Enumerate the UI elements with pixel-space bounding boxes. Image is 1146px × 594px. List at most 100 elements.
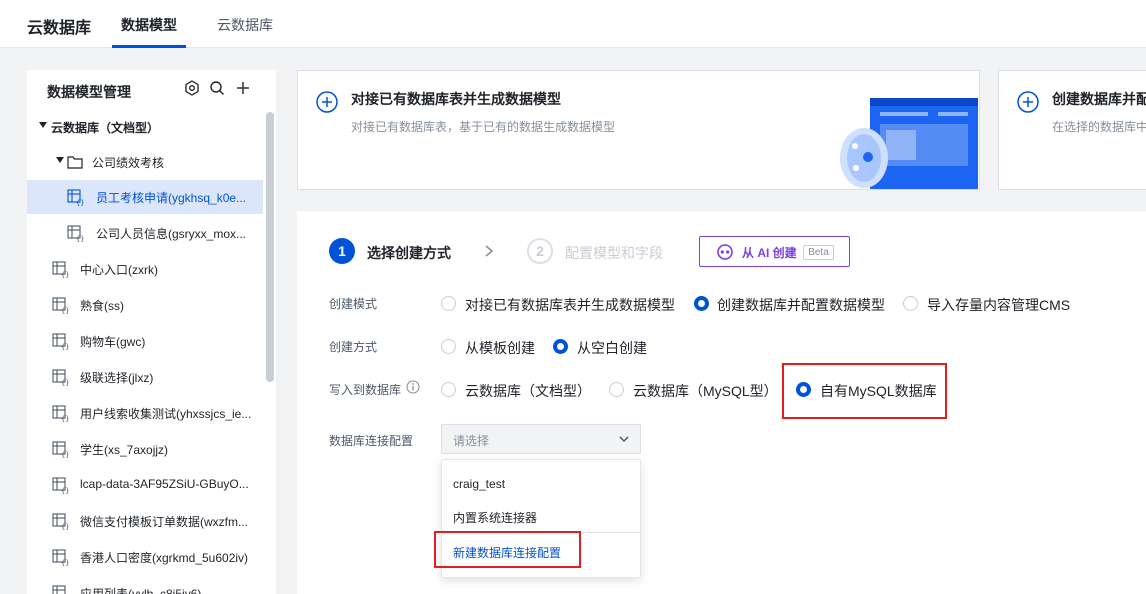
tree-item-label: 中心入口(zxrk) <box>80 263 158 277</box>
svg-text:{}: {} <box>61 487 69 494</box>
tab-data-model[interactable]: 数据模型 <box>112 15 186 48</box>
tree-item-model[interactable]: {} 应用列表(yylb_c8i5iy6) <box>27 576 263 594</box>
svg-text:{}: {} <box>61 271 69 278</box>
folder-icon <box>67 156 83 169</box>
radio-label: 从模板创建 <box>465 340 535 356</box>
tab-cloud-database[interactable]: 云数据库 <box>217 15 273 35</box>
table-model-icon: {} <box>52 333 69 350</box>
svg-text:{}: {} <box>61 415 69 422</box>
connection-select[interactable]: 请选择 <box>441 424 641 454</box>
connection-label: 数据库连接配置 <box>329 434 414 448</box>
tree-item-label: 微信支付模板订单数据(wxzfm... <box>80 515 248 529</box>
table-model-icon: {} <box>52 477 69 494</box>
tree-item-label: 公司绩效考核 <box>92 156 165 170</box>
svg-text:{}: {} <box>61 523 69 530</box>
highlight-box-new-connection <box>434 531 581 568</box>
select-placeholder: 请选择 <box>453 434 490 448</box>
radio-label: 云数据库（MySQL型） <box>633 383 778 399</box>
tree-item-model[interactable]: {} 微信支付模板订单数据(wxzfm... <box>27 504 263 538</box>
beta-badge: Beta <box>803 245 834 260</box>
card-title: 创建数据库并配 <box>1052 91 1146 107</box>
search-icon[interactable] <box>208 79 226 97</box>
radio-method-blank[interactable] <box>553 339 568 354</box>
chevron-down-icon <box>619 436 629 443</box>
svg-text:{}: {} <box>61 307 69 314</box>
tree-group-doc-db[interactable]: 云数据库（文档型） <box>27 110 263 144</box>
radio-target-mysql[interactable] <box>609 382 624 397</box>
table-model-icon: {} <box>52 441 69 458</box>
table-model-icon: {} <box>52 513 69 530</box>
svg-text:{}: {} <box>61 559 69 566</box>
plus-icon[interactable] <box>234 79 252 97</box>
plus-circle-icon <box>316 91 338 113</box>
radio-mode-cms[interactable] <box>903 296 918 311</box>
ai-robot-icon <box>717 244 733 260</box>
card-create-database[interactable]: 创建数据库并配 在选择的数据库中 <box>998 70 1146 190</box>
tree-item-model[interactable]: {} 学生(xs_7axojjz) <box>27 432 263 466</box>
tree-item-label: 购物车(gwc) <box>80 335 146 349</box>
plus-circle-icon <box>1017 91 1039 113</box>
tree-item-label: 学生(xs_7axojjz) <box>80 443 169 457</box>
radio-label: 从空白创建 <box>577 340 647 356</box>
table-model-icon: {} <box>52 369 69 386</box>
radio-label: 创建数据库并配置数据模型 <box>717 297 885 313</box>
dropdown-option-craig-test[interactable]: craig_test <box>453 477 505 491</box>
card-desc: 在选择的数据库中 <box>1052 120 1146 134</box>
tree-item-label: 熟食(ss) <box>80 299 124 313</box>
radio-method-template[interactable] <box>441 339 456 354</box>
highlight-box-own-mysql <box>782 363 947 419</box>
tree-item-label: 公司人员信息(gsryxx_mox... <box>96 227 247 241</box>
svg-text:{}: {} <box>61 379 69 386</box>
ai-button-label: 从 AI 创建 <box>742 246 797 260</box>
tree-item-model[interactable]: {} lcap-data-3AF95ZSiU-GBuyO... <box>27 468 263 502</box>
top-bar: 云数据库 数据模型 云数据库 <box>0 0 1146 48</box>
sidebar: 数据模型管理 云数据库（文档型） 公司绩效考核 {} 员工考核申请(ygkhsq… <box>27 70 276 594</box>
tree-item-label: 应用列表(yylb_c8i5iy6) <box>80 587 202 594</box>
radio-mode-create[interactable] <box>694 296 709 311</box>
tree-item-label: lcap-data-3AF95ZSiU-GBuyO... <box>80 477 249 491</box>
brand-title: 云数据库 <box>27 20 92 37</box>
tree-item-model[interactable]: {} 级联选择(jlxz) <box>27 360 263 394</box>
info-icon[interactable] <box>406 380 420 394</box>
radio-label: 导入存量内容管理CMS <box>927 297 1071 313</box>
target-label: 写入到数据库 <box>329 383 402 397</box>
tree-item-label: 香港人口密度(xgrkmd_5u602iv) <box>80 551 249 565</box>
radio-mode-connect[interactable] <box>441 296 456 311</box>
svg-text:{}: {} <box>61 343 69 350</box>
table-model-icon: {} <box>67 189 84 206</box>
svg-text:{}: {} <box>76 235 84 242</box>
settings-icon[interactable] <box>183 79 201 97</box>
svg-text:{}: {} <box>76 199 84 206</box>
sidebar-scrollbar[interactable] <box>266 112 274 382</box>
tree-item-label: 员工考核申请(ygkhsq_k0e... <box>96 191 247 205</box>
dropdown-option-builtin-connector[interactable]: 内置系统连接器 <box>453 509 537 526</box>
radio-label: 云数据库（文档型） <box>465 383 591 399</box>
step-1-label: 选择创建方式 <box>367 245 451 261</box>
tree-item-model[interactable]: {} 中心入口(zxrk) <box>27 252 263 286</box>
tree-item-label: 级联选择(jlxz) <box>80 371 154 385</box>
tree-folder[interactable]: 公司绩效考核 <box>27 145 263 179</box>
tree-item-model[interactable]: {} 用户线索收集测试(yhxssjcs_ie... <box>27 396 263 430</box>
tree-item-model[interactable]: {} 公司人员信息(gsryxx_mox... <box>27 216 263 250</box>
tree-item-model[interactable]: {} 员工考核申请(ygkhsq_k0e... <box>27 180 263 214</box>
tree-item-model[interactable]: {} 购物车(gwc) <box>27 324 263 358</box>
tree-item-label: 云数据库（文档型） <box>51 121 160 135</box>
card-connect-existing[interactable]: 对接已有数据库表并生成数据模型 对接已有数据库表，基于已有的数据生成数据模型 <box>297 70 980 190</box>
table-model-icon: {} <box>52 297 69 314</box>
tree-item-model[interactable]: {} 香港人口密度(xgrkmd_5u602iv) <box>27 540 263 574</box>
tree-item-model[interactable]: {} 熟食(ss) <box>27 288 263 322</box>
mode-label: 创建模式 <box>329 297 378 311</box>
create-from-ai-button[interactable]: 从 AI 创建 Beta <box>699 236 850 267</box>
card-title: 对接已有数据库表并生成数据模型 <box>351 91 561 107</box>
method-label: 创建方式 <box>329 340 378 354</box>
table-model-icon: {} <box>52 585 66 594</box>
step-2-label: 配置模型和字段 <box>565 245 663 261</box>
svg-text:{}: {} <box>61 451 69 458</box>
card-desc: 对接已有数据库表，基于已有的数据生成数据模型 <box>351 120 616 134</box>
caret-down-icon <box>56 157 64 163</box>
sidebar-title: 数据模型管理 <box>47 84 131 100</box>
tree-item-label: 用户线索收集测试(yhxssjcs_ie... <box>80 407 252 421</box>
radio-target-doc[interactable] <box>441 382 456 397</box>
radio-label: 对接已有数据库表并生成数据模型 <box>465 297 675 313</box>
illustration-image <box>840 98 978 189</box>
